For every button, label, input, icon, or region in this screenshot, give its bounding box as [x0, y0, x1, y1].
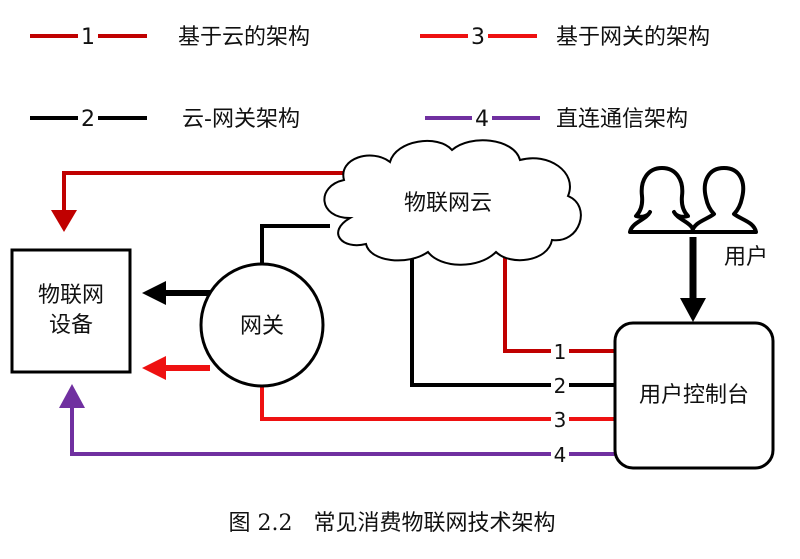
- connection-number-3: 3: [554, 408, 567, 432]
- legend-item-4: 4 直连通信架构: [425, 104, 688, 132]
- architecture-diagram: 1 基于云的架构 3 基于网关的架构 2 云-网关架构 4 直连通信架构 1 2…: [10, 22, 775, 536]
- user-label: 用户: [724, 245, 768, 270]
- figure-caption: 图 2.2 常见消费物联网技术架构: [229, 511, 556, 536]
- legend-item-3: 3 基于网关的架构: [420, 22, 710, 50]
- user-console-label: 用户控制台: [639, 383, 749, 408]
- legend-number-3: 3: [471, 25, 485, 50]
- iot-device-node: 物联网 设备: [10, 248, 132, 374]
- iot-device-label-line1: 物联网: [38, 283, 104, 308]
- connection-number-2: 2: [554, 374, 567, 398]
- legend-label-cloud-gateway: 云-网关架构: [182, 107, 300, 132]
- arrow-gateway-to-device-black: [142, 281, 210, 305]
- legend-item-1: 1 基于云的架构: [30, 22, 310, 50]
- connection-number-1: 1: [554, 340, 567, 364]
- arrow-user-to-console: [680, 237, 706, 322]
- iot-device-label-line2: 设备: [49, 313, 93, 338]
- user-console-node: 用户控制台: [613, 321, 775, 470]
- legend-number-2: 2: [81, 107, 95, 132]
- iot-cloud-node: 物联网云: [323, 139, 582, 266]
- legend-label-cloud-based: 基于云的架构: [178, 25, 310, 50]
- legend-label-gateway-based: 基于网关的架构: [556, 25, 710, 50]
- arrow-gateway-to-device-red: [142, 356, 210, 380]
- connection-line-1: 1: [503, 255, 615, 364]
- legend-item-2: 2 云-网关架构: [30, 104, 300, 132]
- legend-label-direct: 直连通信架构: [556, 107, 688, 132]
- legend: 1 基于云的架构 3 基于网关的架构 2 云-网关架构 4 直连通信架构: [30, 22, 710, 132]
- connection-cloud-to-gateway: [260, 224, 330, 265]
- iot-cloud-label: 物联网云: [404, 191, 492, 216]
- legend-number-1: 1: [81, 25, 95, 50]
- gateway-label: 网关: [240, 314, 284, 339]
- connection-number-4: 4: [554, 443, 567, 467]
- legend-number-4: 4: [475, 107, 489, 132]
- user-silhouette-icon: [628, 166, 758, 234]
- connection-line-4: 4: [59, 384, 615, 467]
- gateway-node: 网关: [199, 262, 325, 388]
- connection-line-2: 2: [410, 255, 615, 398]
